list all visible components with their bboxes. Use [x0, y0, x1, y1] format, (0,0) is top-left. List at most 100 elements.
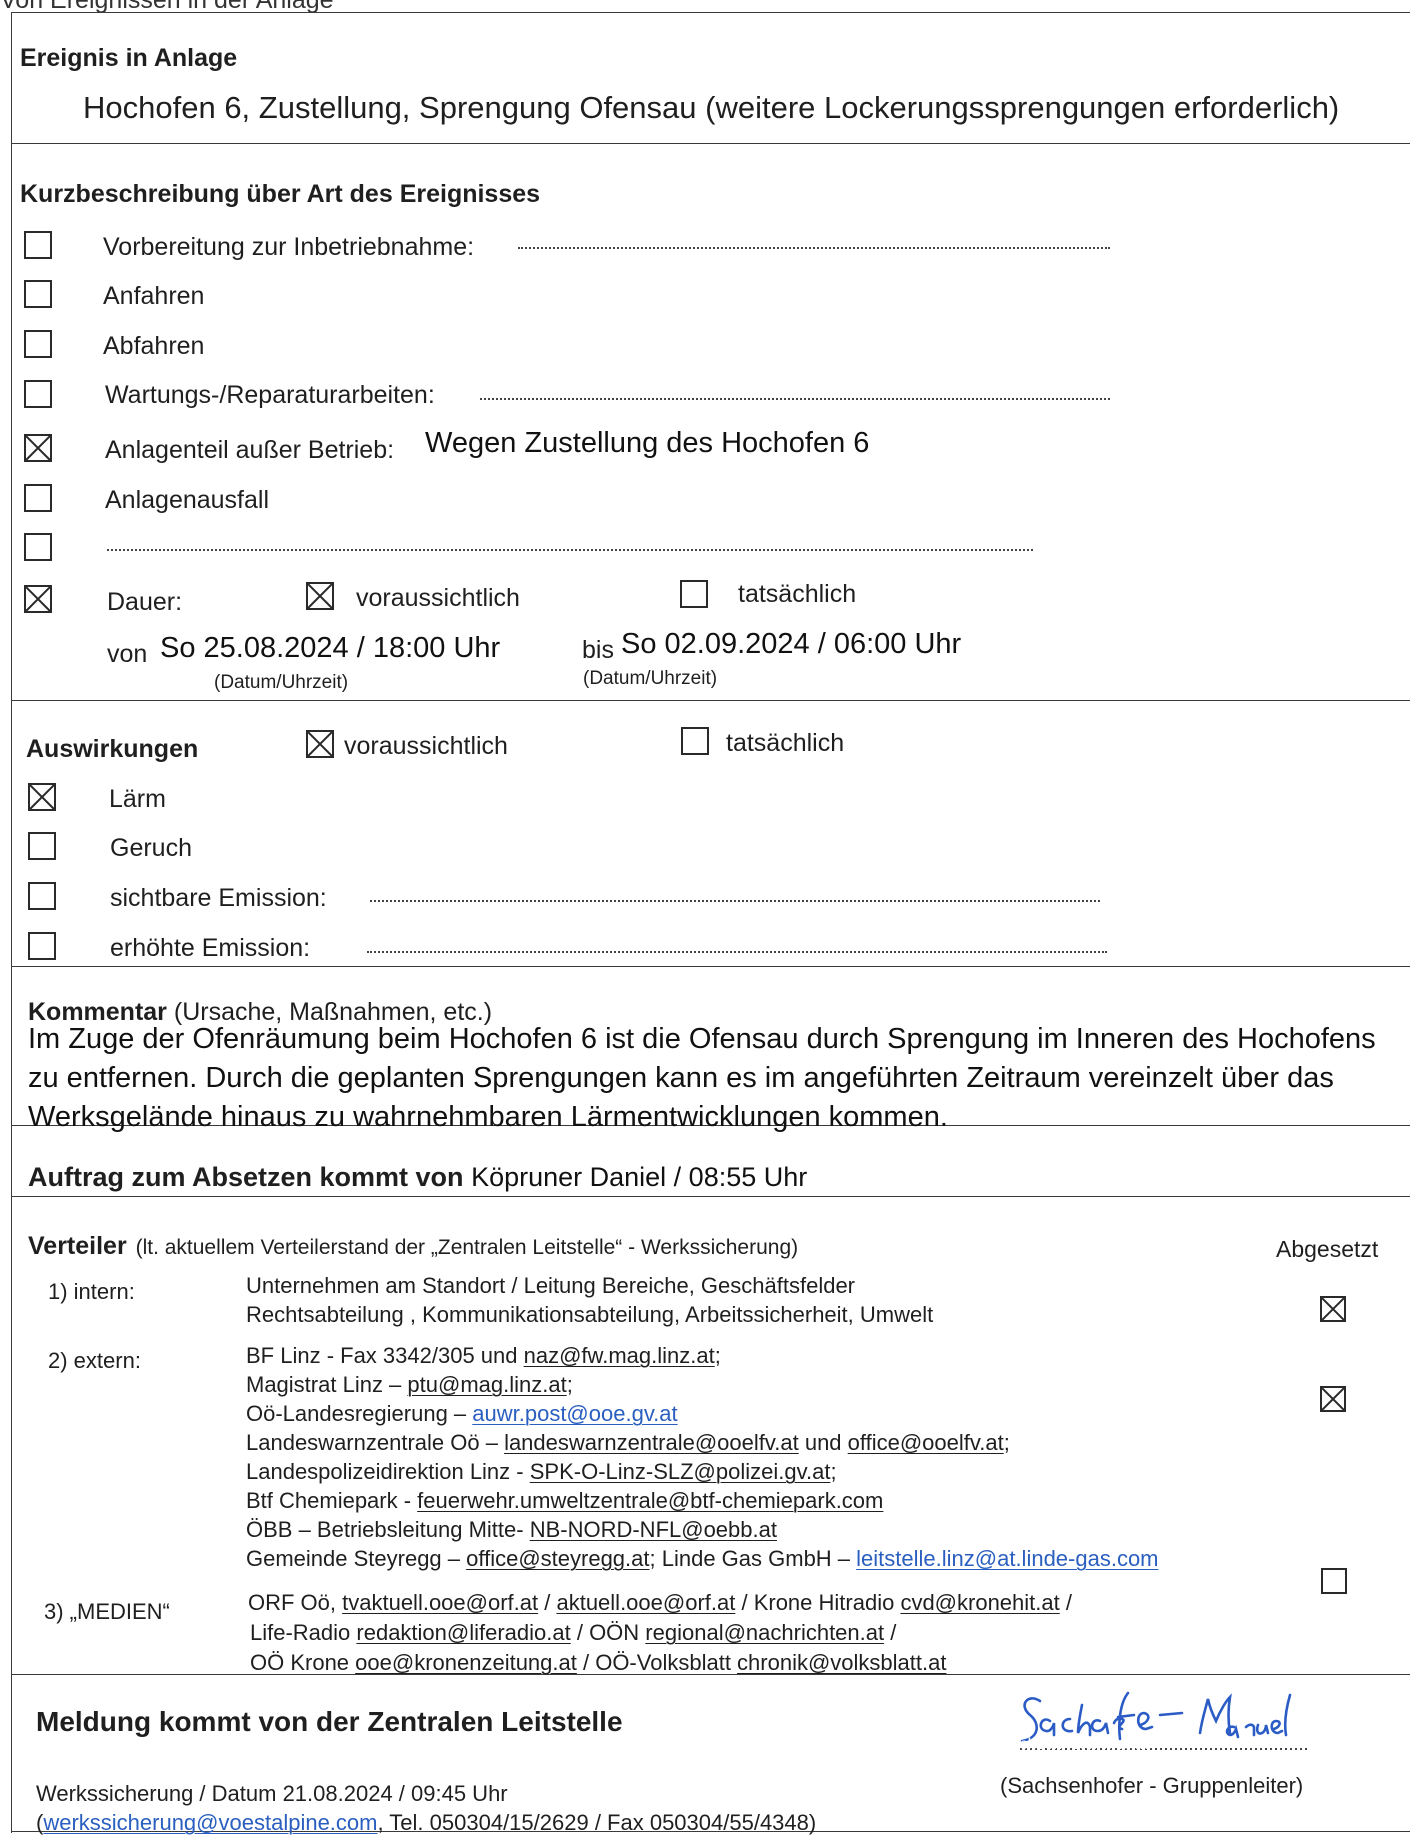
punct: ; [1003, 1430, 1010, 1455]
hint-datum-von: (Datum/Uhrzeit) [214, 672, 349, 693]
email-link[interactable]: NB-NORD-NFL@oebb.at [530, 1517, 777, 1542]
email-link[interactable]: landeswarnzentrale@ooelfv.at [504, 1430, 799, 1455]
extern-row-magistrat: Magistrat Linz – ptu@mag.linz.at; [246, 1372, 573, 1398]
checkbox-ausw-tatsaechlich[interactable] [681, 727, 709, 755]
email-link[interactable]: leitstelle.linz@at.linde-gas.com [856, 1546, 1158, 1571]
email-link[interactable]: chronik@volksblatt.at [737, 1650, 946, 1675]
checkbox-sichtbare-emission[interactable] [28, 882, 56, 910]
hint-datum-bis: (Datum/Uhrzeit) [583, 668, 718, 689]
email-link[interactable]: auwr.post@ooe.gv.at [472, 1401, 677, 1426]
checkbox-abgesetzt-extern[interactable] [1320, 1386, 1346, 1412]
checkbox-ausser-betrieb[interactable] [24, 434, 52, 462]
label-anfahren: Anfahren [103, 282, 205, 310]
email-link[interactable]: cvd@kronehit.at [900, 1590, 1059, 1615]
fill-line [370, 900, 1100, 902]
intern-line: Rechtsabteilung , Kommunikationsabteilun… [246, 1302, 934, 1327]
value-ausser-betrieb: Wegen Zustellung des Hochofen 6 [425, 427, 870, 459]
email-link[interactable]: naz@fw.mag.linz.at [524, 1343, 715, 1368]
label-abfahren: Abfahren [103, 332, 205, 360]
medien-label: 3) „MEDIEN“ [44, 1599, 170, 1624]
checkbox-dauer-voraussichtlich[interactable] [306, 582, 334, 610]
email-link[interactable]: SPK-O-Linz-SLZ@polizei.gv.at [530, 1459, 831, 1484]
meldung-line-1: Werkssicherung / Datum 21.08.2024 / 09:4… [36, 1781, 508, 1806]
label-dauer-tatsaechlich: tatsächlich [738, 580, 857, 608]
checkbox-abgesetzt-intern[interactable] [1320, 1296, 1346, 1322]
label-laerm: Lärm [109, 785, 166, 813]
email-link[interactable]: office@steyregg.at [466, 1546, 649, 1571]
meldung-contact: , Tel. 050304/15/2629 / Fax 050304/55/43… [377, 1810, 817, 1835]
fill-line [480, 398, 1110, 400]
medien-text: ORF Oö, [248, 1590, 343, 1615]
punct: / [884, 1620, 897, 1645]
extern-text: Gemeinde Steyregg – [246, 1546, 467, 1571]
checkbox-geruch[interactable] [28, 832, 56, 860]
medien-row-2: Life-Radio redaktion@liferadio.at / OÖN … [250, 1620, 896, 1646]
extern-text: Landespolizeidirektion Linz - [246, 1459, 530, 1484]
checkbox-dauer[interactable] [24, 585, 52, 613]
checkbox-dauer-tatsaechlich[interactable] [680, 580, 708, 608]
extern-text: und [798, 1430, 848, 1455]
frame-left [11, 12, 12, 1833]
kommentar-title-suffix: (Ursache, Maßnahmen, etc.) [166, 998, 493, 1026]
intern-label: 1) intern: [48, 1279, 135, 1304]
label-erhoehte-emission: erhöhte Emission: [110, 934, 311, 962]
intern-line: Unternehmen am Standort / Leitung Bereic… [246, 1273, 856, 1298]
section-event-heading: Ereignis in Anlage [20, 44, 238, 72]
divider-5 [11, 1196, 1410, 1197]
checkbox-abfahren[interactable] [24, 330, 52, 358]
email-link[interactable]: office@ooelfv.at [848, 1430, 1004, 1455]
extern-text: ÖBB – Betriebsleitung Mitte- [246, 1517, 530, 1542]
extern-row-polizei: Landespolizeidirektion Linz - SPK-O-Linz… [246, 1459, 837, 1485]
checkbox-inbetriebnahme[interactable] [24, 231, 52, 259]
verteiler-title: Verteiler [28, 1232, 127, 1260]
abgesetzt-header: Abgesetzt [1276, 1236, 1379, 1262]
checkbox-erhoehte-emission[interactable] [28, 932, 56, 960]
meldung-heading: Meldung kommt von der Zentralen Leitstel… [36, 1706, 623, 1737]
kommentar-line: zu entfernen. Durch die geplanten Spreng… [28, 1062, 1334, 1094]
fill-line [367, 951, 1107, 953]
checkbox-anfahren[interactable] [24, 280, 52, 308]
extern-text: Oö-Landesregierung – [246, 1401, 473, 1426]
label-von: von [107, 640, 148, 668]
label-dauer-voraussichtlich: voraussichtlich [356, 584, 520, 612]
medien-text: / Krone Hitradio [735, 1590, 901, 1615]
extern-text: Magistrat Linz – [246, 1372, 408, 1397]
divider-1 [11, 143, 1410, 144]
extern-label: 2) extern: [48, 1348, 141, 1373]
extern-row-landesregierung: Oö-Landesregierung – auwr.post@ooe.gv.at [246, 1401, 678, 1427]
kommentar-line: Werksgelände hinaus zu wahrnehmbaren Lär… [28, 1101, 948, 1133]
event-value: Hochofen 6, Zustellung, Sprengung Ofensa… [83, 90, 1340, 125]
auftrag-label: Auftrag zum Absetzen kommt von [28, 1162, 464, 1192]
label-dauer: Dauer: [107, 588, 183, 616]
signer-caption: (Sachsenhofer - Gruppenleiter) [1000, 1773, 1304, 1798]
value-von: So 25.08.2024 / 18:00 Uhr [160, 632, 501, 664]
divider-2 [11, 700, 1410, 701]
email-link[interactable]: regional@nachrichten.at [645, 1620, 884, 1645]
label-ausw-tatsaechlich: tatsächlich [726, 729, 845, 757]
email-link[interactable]: tvaktuell.ooe@orf.at [342, 1590, 538, 1615]
checkbox-wartung[interactable] [24, 380, 52, 408]
email-link[interactable]: ooe@kronenzeitung.at [355, 1650, 577, 1675]
medien-text: Life-Radio [250, 1620, 357, 1645]
checkbox-anlagenausfall[interactable] [24, 484, 52, 512]
label-wartung: Wartungs-/Reparaturarbeiten: [105, 381, 435, 409]
punct: ; [714, 1343, 721, 1368]
fill-line [518, 247, 1110, 249]
extern-row-oebb: ÖBB – Betriebsleitung Mitte- NB-NORD-NFL… [246, 1517, 777, 1543]
checkbox-ausw-voraussichtlich[interactable] [306, 730, 334, 758]
email-link[interactable]: feuerwehr.umweltzentrale@btf-chemiepark.… [417, 1488, 883, 1513]
section-kurz-heading: Kurzbeschreibung über Art des Ereignisse… [20, 180, 541, 208]
auftrag-row: Auftrag zum Absetzen kommt von Köpruner … [28, 1162, 807, 1193]
auftrag-value: Köpruner Daniel / 08:55 Uhr [471, 1162, 808, 1192]
email-link[interactable]: werkssicherung@voestalpine.com [43, 1810, 377, 1835]
checkbox-abgesetzt-medien[interactable] [1321, 1568, 1347, 1594]
email-link[interactable]: ptu@mag.linz.at [407, 1372, 566, 1397]
email-link[interactable]: redaktion@liferadio.at [356, 1620, 570, 1645]
medien-text: / OÖ-Volksblatt [576, 1650, 738, 1675]
label-sichtbare-emission: sichtbare Emission: [110, 884, 327, 912]
medien-text: OÖ Krone [250, 1650, 356, 1675]
extern-row-landeswarnzentrale: Landeswarnzentrale Oö – landeswarnzentra… [246, 1430, 1010, 1456]
email-link[interactable]: aktuell.ooe@orf.at [556, 1590, 735, 1615]
checkbox-laerm[interactable] [28, 783, 56, 811]
checkbox-other[interactable] [24, 533, 52, 561]
